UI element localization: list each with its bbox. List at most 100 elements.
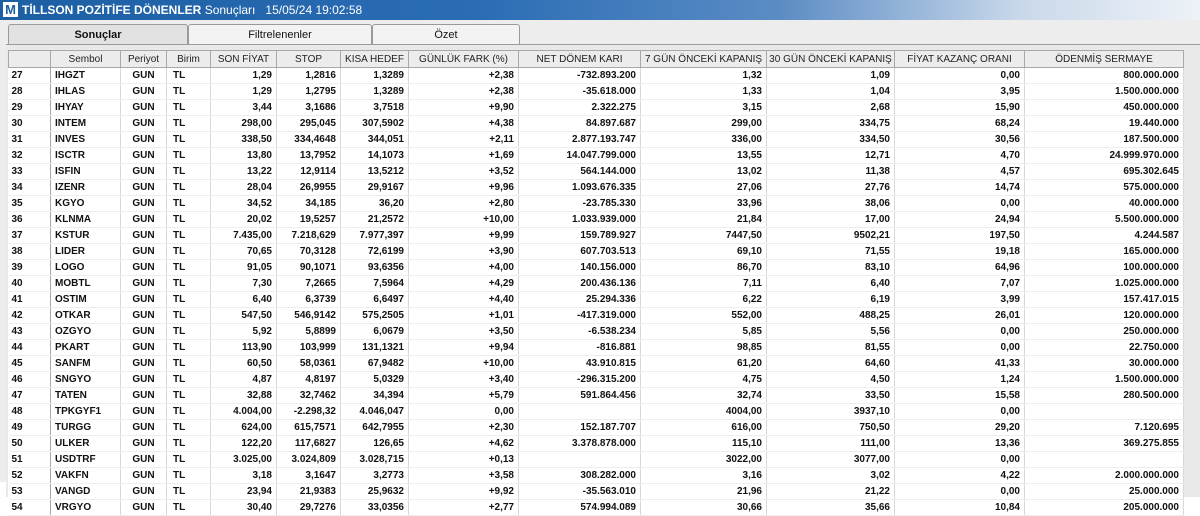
table-row[interactable]: 45 SANFM GUN TL 60,50 58,0361 67,9482 +10,00 43.… xyxy=(8,355,1184,372)
cell-pe-ratio: 0,00 xyxy=(894,483,1025,500)
table-row[interactable]: 43 OZGYO GUN TL 5,92 5,8899 6,0679 +3,50 -6.538.… xyxy=(8,323,1184,340)
cell-period: GUN xyxy=(120,419,167,436)
table-row[interactable]: 51 USDTRF GUN TL 3.025,00 3.024,809 3.028,715 +… xyxy=(8,451,1184,468)
cell-last-price: 5,92 xyxy=(210,323,277,340)
table-row[interactable]: 44 PKART GUN TL 113,90 103,999 131,1321 +9,94 -8… xyxy=(8,339,1184,356)
cell-short-target: 6,6497 xyxy=(340,291,409,308)
table-row[interactable]: 38 LIDER GUN TL 70,65 70,3128 72,6199 +3,90 607.… xyxy=(8,243,1184,260)
cell-close-7d: 33,96 xyxy=(640,195,767,212)
table-row[interactable]: 49 TURGG GUN TL 624,00 615,7571 642,7955 +2,30 1… xyxy=(8,419,1184,436)
cell-paid-capital: 25.000.000 xyxy=(1024,483,1184,500)
table-row[interactable]: 41 OSTIM GUN TL 6,40 6,3739 6,6497 +4,40 25.294.… xyxy=(8,291,1184,308)
table-row[interactable]: 27 IHGZT GUN TL 1,29 1,2816 1,3289 +2,38 -732.89… xyxy=(8,67,1184,84)
cell-stop: 34,185 xyxy=(276,195,341,212)
table-row[interactable]: 52 VAKFN GUN TL 3,18 3,1647 3,2773 +3,58 308.282… xyxy=(8,467,1184,484)
cell-net-profit: 1.033.939.000 xyxy=(518,211,641,228)
cell-stop: 103,999 xyxy=(276,339,341,356)
column-header-short-target[interactable]: KISA HEDEF xyxy=(340,50,409,68)
table-row[interactable]: 47 TATEN GUN TL 32,88 32,7462 34,394 +5,79 591.8… xyxy=(8,387,1184,404)
cell-row-number: 32 xyxy=(8,147,51,164)
cell-symbol: LOGO xyxy=(50,259,121,276)
cell-symbol: SNGYO xyxy=(50,371,121,388)
table-row[interactable]: 39 LOGO GUN TL 91,05 90,1071 93,6356 +4,00 140.1… xyxy=(8,259,1184,276)
title-bar: M TİLLSON POZİTİFE DÖNENLER Sonuçları 15… xyxy=(0,0,1200,20)
cell-short-target: 21,2572 xyxy=(340,211,409,228)
cell-short-target: 34,394 xyxy=(340,387,409,404)
table-row[interactable]: 48 TPKGYF1 GUN TL 4.004,00 -2.298,32 4.046,047… xyxy=(8,403,1184,420)
tab-ozet[interactable]: Özet xyxy=(372,24,520,44)
cell-close-30d: 17,00 xyxy=(766,211,895,228)
cell-close-7d: 30,66 xyxy=(640,499,767,516)
cell-last-price: 122,20 xyxy=(210,435,277,452)
cell-short-target: 29,9167 xyxy=(340,179,409,196)
cell-daily-change: +1,69 xyxy=(408,147,519,164)
tab-sonuclar[interactable]: Sonuçlar xyxy=(8,24,188,44)
column-header-close-7d[interactable]: 7 GÜN ÖNCEKİ KAPANIŞ xyxy=(640,50,767,68)
cell-paid-capital: 369.275.855 xyxy=(1024,435,1184,452)
cell-last-price: 338,50 xyxy=(210,131,277,148)
cell-row-number: 30 xyxy=(8,115,51,132)
cell-close-7d: 3022,00 xyxy=(640,451,767,468)
cell-stop: 3,1686 xyxy=(276,99,341,116)
column-header-period[interactable]: Periyot xyxy=(120,50,167,68)
cell-close-30d: 21,22 xyxy=(766,483,895,500)
column-header-pe-ratio[interactable]: FİYAT KAZANÇ ORANI xyxy=(894,50,1025,68)
cell-unit: TL xyxy=(166,387,211,404)
cell-paid-capital xyxy=(1024,403,1184,420)
column-header-paid-capital[interactable]: ÖDENMİŞ SERMAYE xyxy=(1024,50,1184,68)
cell-close-7d: 3,16 xyxy=(640,467,767,484)
tab-filtrelenenler[interactable]: Filtrelenenler xyxy=(188,24,372,44)
column-header-unit[interactable]: Birim xyxy=(166,50,211,68)
table-row[interactable]: 30 INTEM GUN TL 298,00 295,045 307,5902 +4,38 84… xyxy=(8,115,1184,132)
table-row[interactable]: 36 KLNMA GUN TL 20,02 19,5257 21,2572 +10,00 1.0… xyxy=(8,211,1184,228)
column-header-last-price[interactable]: SON FİYAT xyxy=(210,50,277,68)
cell-net-profit: -23.785.330 xyxy=(518,195,641,212)
cell-close-30d: 81,55 xyxy=(766,339,895,356)
table-row[interactable]: 29 IHYAY GUN TL 3,44 3,1686 3,7518 +9,90 2.322.2… xyxy=(8,99,1184,116)
cell-pe-ratio: 29,20 xyxy=(894,419,1025,436)
cell-paid-capital: 575.000.000 xyxy=(1024,179,1184,196)
table-row[interactable]: 31 INVES GUN TL 338,50 334,4648 344,051 +2,11 2.… xyxy=(8,131,1184,148)
table-row[interactable]: 54 VRGYO GUN TL 30,40 29,7276 33,0356 +2,77 574.… xyxy=(8,499,1184,516)
table-row[interactable]: 53 VANGD GUN TL 23,94 21,9383 25,9632 +9,92 -35.… xyxy=(8,483,1184,500)
table-row[interactable]: 32 ISCTR GUN TL 13,80 13,7952 14,1073 +1,69 14.0… xyxy=(8,147,1184,164)
table-row[interactable]: 50 ULKER GUN TL 122,20 117,6827 126,65 +4,62 3.3… xyxy=(8,435,1184,452)
cell-pe-ratio: 13,36 xyxy=(894,435,1025,452)
cell-row-number: 54 xyxy=(8,499,51,516)
table-row[interactable]: 46 SNGYO GUN TL 4,87 4,8197 5,0329 +3,40 -296.31… xyxy=(8,371,1184,388)
cell-short-target: 36,20 xyxy=(340,195,409,212)
cell-daily-change: +4,29 xyxy=(408,275,519,292)
table-row[interactable]: 40 MOBTL GUN TL 7,30 7,2665 7,5964 +4,29 200.436… xyxy=(8,275,1184,292)
column-header-symbol[interactable]: Sembol xyxy=(50,50,121,68)
cell-daily-change: +4,40 xyxy=(408,291,519,308)
cell-close-7d: 98,85 xyxy=(640,339,767,356)
cell-stop: 1,2795 xyxy=(276,83,341,100)
cell-symbol: VRGYO xyxy=(50,499,121,516)
cell-last-price: 6,40 xyxy=(210,291,277,308)
table-row[interactable]: 37 KSTUR GUN TL 7.435,00 7.218,629 7.977,397 +9… xyxy=(8,227,1184,244)
cell-unit: TL xyxy=(166,291,211,308)
cell-close-30d: 3077,00 xyxy=(766,451,895,468)
cell-close-30d: 2,68 xyxy=(766,99,895,116)
table-row[interactable]: 42 OTKAR GUN TL 547,50 546,9142 575,2505 +1,01-… xyxy=(8,307,1184,324)
cell-paid-capital: 695.302.645 xyxy=(1024,163,1184,180)
column-header-stop[interactable]: STOP xyxy=(276,50,341,68)
cell-unit: TL xyxy=(166,243,211,260)
cell-stop: 334,4648 xyxy=(276,131,341,148)
table-row[interactable]: 33 ISFIN GUN TL 13,22 12,9114 13,5212 +3,52 564.… xyxy=(8,163,1184,180)
cell-daily-change: +3,40 xyxy=(408,371,519,388)
window-timestamp: 15/05/24 19:02:58 xyxy=(265,3,363,17)
table-row[interactable]: 28 IHLAS GUN TL 1,29 1,2795 1,3289 +2,38 -35.618… xyxy=(8,83,1184,100)
table-row[interactable]: 34 IZENR GUN TL 28,04 26,9955 29,9167 +9,96 1.09… xyxy=(8,179,1184,196)
cell-stop: 546,9142 xyxy=(276,307,341,324)
column-header-row-number[interactable] xyxy=(8,50,51,68)
column-header-daily-change[interactable]: GÜNLÜK FARK (%) xyxy=(408,50,519,68)
column-header-close-30d[interactable]: 30 GÜN ÖNCEKİ KAPANIŞ xyxy=(766,50,895,68)
cell-symbol: ISFIN xyxy=(50,163,121,180)
cell-daily-change: +1,01 xyxy=(408,307,519,324)
column-header-net-profit[interactable]: NET DÖNEM KARI xyxy=(518,50,641,68)
cell-period: GUN xyxy=(120,307,167,324)
cell-row-number: 31 xyxy=(8,131,51,148)
table-row[interactable]: 35 KGYO GUN TL 34,52 34,185 36,20 +2,80 -23.785.… xyxy=(8,195,1184,212)
cell-paid-capital: 800.000.000 xyxy=(1024,67,1184,84)
